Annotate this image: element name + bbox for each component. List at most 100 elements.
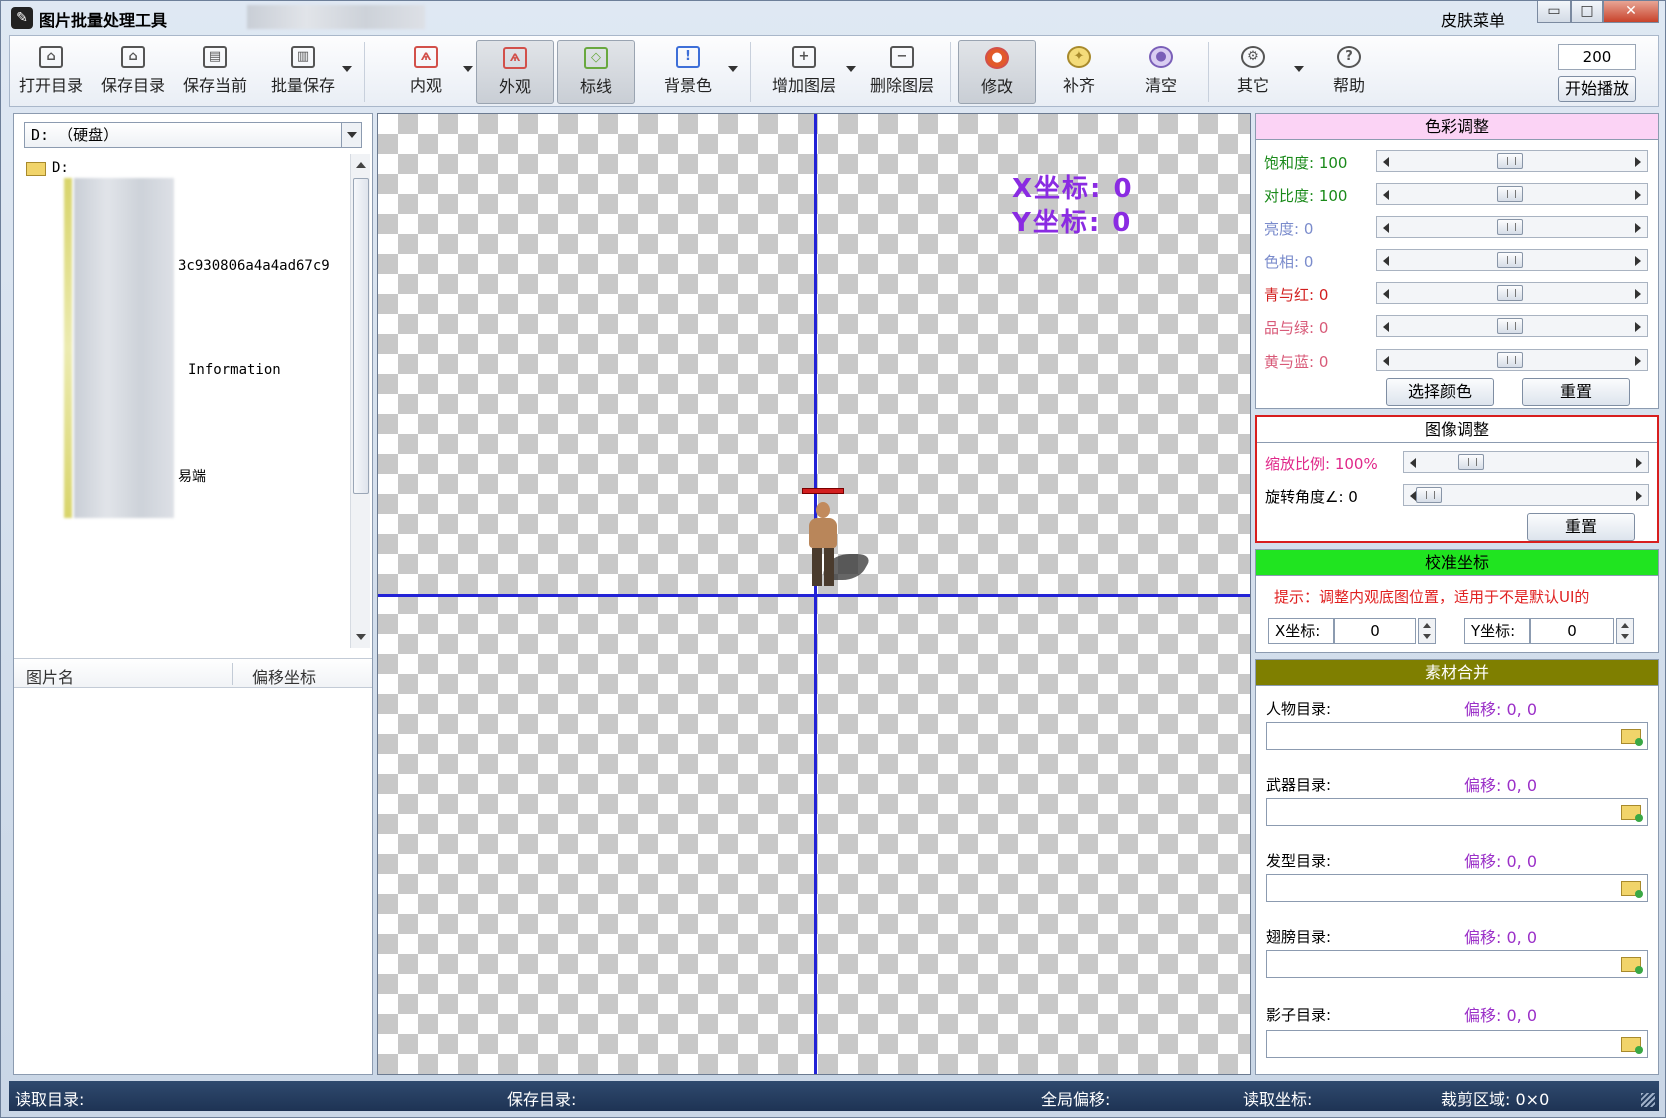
inner-view-button[interactable]: ѧ 内观 — [396, 40, 456, 104]
shadow-dir-input[interactable] — [1266, 1030, 1648, 1058]
delete-layer-button[interactable]: − 删除图层 — [862, 40, 942, 104]
rotate-slider[interactable] — [1403, 484, 1649, 506]
open-dir-button[interactable]: ⌂ 打开目录 — [16, 40, 86, 104]
folder-add-icon[interactable] — [1621, 729, 1643, 746]
batch-save-dropdown-icon[interactable] — [342, 66, 352, 72]
status-crop-area: 裁剪区域: 0×0 — [1441, 1090, 1550, 1109]
drive-select[interactable]: D: （硬盘） — [24, 122, 362, 148]
cyan-red-label: 青与红: 0 — [1264, 286, 1329, 304]
y-coord-stepper[interactable] — [1616, 618, 1634, 644]
other-dropdown-icon[interactable] — [1294, 66, 1304, 72]
bg-color-button[interactable]: ! 背景色 — [650, 40, 726, 104]
other-label: 其它 — [1236, 76, 1269, 95]
character-sprite[interactable] — [792, 488, 874, 596]
fill-button[interactable]: ✦ 补齐 — [1040, 40, 1118, 104]
slider-thumb[interactable] — [1497, 153, 1523, 169]
scale-label: 缩放比例: 100% — [1265, 455, 1378, 473]
color-reset-button[interactable]: 重置 — [1522, 378, 1630, 406]
tree-item[interactable]: 3c930806a4a4ad67c9 — [178, 258, 330, 274]
hue-slider[interactable] — [1376, 249, 1648, 271]
guide-line-button[interactable]: ◇ 标线 — [557, 40, 635, 104]
magenta-green-slider[interactable] — [1376, 315, 1648, 337]
slider-thumb[interactable] — [1497, 186, 1523, 202]
slider-thumb[interactable] — [1416, 487, 1442, 503]
scroll-down-icon[interactable] — [356, 634, 366, 640]
maximize-button[interactable]: □ — [1571, 1, 1603, 23]
status-save-dir: 保存目录: — [507, 1090, 577, 1109]
add-layer-dropdown-icon[interactable] — [846, 66, 856, 72]
wings-dir-input[interactable] — [1266, 950, 1648, 978]
app-logo-icon: ✎ — [11, 7, 33, 29]
x-coord-stepper[interactable] — [1418, 618, 1436, 644]
clear-label: 清空 — [1144, 76, 1177, 95]
choose-color-button[interactable]: 选择颜色 — [1386, 378, 1494, 406]
folder-add-icon[interactable] — [1621, 805, 1643, 822]
contrast-slider[interactable] — [1376, 183, 1648, 205]
preview-canvas[interactable]: X坐标: 0 Y坐标: 0 — [377, 113, 1251, 1075]
title-bar: ✎ 图片批量处理工具 皮肤菜单 ▭ □ ✕ — [1, 1, 1665, 35]
tree-item[interactable]: Information — [188, 362, 281, 378]
slider-thumb[interactable] — [1458, 454, 1484, 470]
saturation-slider[interactable] — [1376, 150, 1648, 172]
scroll-up-icon[interactable] — [356, 162, 366, 168]
contrast-label: 对比度: 100 — [1264, 187, 1348, 205]
resize-grip-icon[interactable] — [1641, 1093, 1655, 1107]
column-divider[interactable] — [232, 663, 233, 685]
slider-thumb[interactable] — [1497, 318, 1523, 334]
play-interval-input[interactable]: 200 — [1558, 44, 1636, 70]
help-button[interactable]: ? 帮助 — [1314, 40, 1384, 104]
batch-save-button[interactable]: ▥ 批量保存 — [266, 40, 340, 104]
tomato-icon: ● — [985, 47, 1009, 69]
folder-add-icon[interactable] — [1621, 881, 1643, 898]
y-coordinate-readout: Y坐标: 0 — [1012, 208, 1133, 238]
slider-thumb[interactable] — [1497, 219, 1523, 235]
column-image-name[interactable]: 图片名 — [26, 664, 74, 688]
y-coord-input[interactable]: 0 — [1530, 618, 1614, 644]
slider-thumb[interactable] — [1497, 252, 1523, 268]
tree-item[interactable]: 易端 — [178, 466, 206, 486]
inner-view-icon: ѧ — [414, 46, 438, 68]
slider-thumb[interactable] — [1497, 352, 1523, 368]
gear-icon: ⚙ — [1241, 46, 1265, 68]
save-current-button[interactable]: ▤ 保存当前 — [180, 40, 250, 104]
weapon-dir-input[interactable] — [1266, 798, 1648, 826]
color-adjust-title: 色彩调整 — [1256, 114, 1658, 140]
drive-select-value: D: （硬盘） — [31, 126, 119, 144]
start-play-button[interactable]: 开始播放 — [1558, 76, 1636, 102]
scroll-thumb[interactable] — [353, 178, 369, 494]
character-dir-input[interactable] — [1266, 722, 1648, 750]
pineapple-icon: ✦ — [1067, 46, 1091, 68]
close-button[interactable]: ✕ — [1603, 1, 1659, 23]
tree-scrollbar[interactable] — [350, 154, 370, 648]
save-dir-button[interactable]: ⌂ 保存目录 — [98, 40, 168, 104]
outer-view-button[interactable]: ѧ 外观 — [476, 40, 554, 104]
scale-slider[interactable] — [1403, 451, 1649, 473]
blurred-tree-items — [74, 178, 174, 518]
modify-button[interactable]: ● 修改 — [958, 40, 1036, 104]
minimize-button[interactable]: ▭ — [1537, 1, 1571, 23]
image-reset-button[interactable]: 重置 — [1527, 513, 1635, 541]
tree-root-label[interactable]: D: — [52, 160, 69, 176]
slider-thumb[interactable] — [1497, 285, 1523, 301]
folder-tree[interactable]: D: 3c930806a4a4ad67c9 Information 易端 — [18, 154, 370, 648]
inner-view-dropdown-icon[interactable] — [463, 66, 473, 72]
bg-color-dropdown-icon[interactable] — [728, 66, 738, 72]
cyan-red-slider[interactable] — [1376, 282, 1648, 304]
yellow-blue-slider[interactable] — [1376, 349, 1648, 371]
column-offset[interactable]: 偏移坐标 — [252, 664, 316, 688]
merge-label-character: 人物目录: — [1266, 700, 1332, 718]
clear-button[interactable]: ● 清空 — [1122, 40, 1200, 104]
sprite-head — [816, 502, 830, 518]
hue-label: 色相: 0 — [1264, 253, 1314, 271]
x-coord-input[interactable]: 0 — [1334, 618, 1416, 644]
other-button[interactable]: ⚙ 其它 — [1218, 40, 1288, 104]
folder-add-icon[interactable] — [1621, 1037, 1643, 1054]
merge-offset-weapon: 偏移: 0, 0 — [1464, 776, 1538, 795]
add-layer-button[interactable]: + 增加图层 — [764, 40, 844, 104]
merge-label-shadow: 影子目录: — [1266, 1006, 1332, 1024]
folder-add-icon[interactable] — [1621, 957, 1643, 974]
hair-dir-input[interactable] — [1266, 874, 1648, 902]
brightness-slider[interactable] — [1376, 216, 1648, 238]
skin-menu[interactable]: 皮肤菜单 — [1441, 7, 1505, 31]
chevron-down-icon[interactable] — [341, 123, 361, 147]
